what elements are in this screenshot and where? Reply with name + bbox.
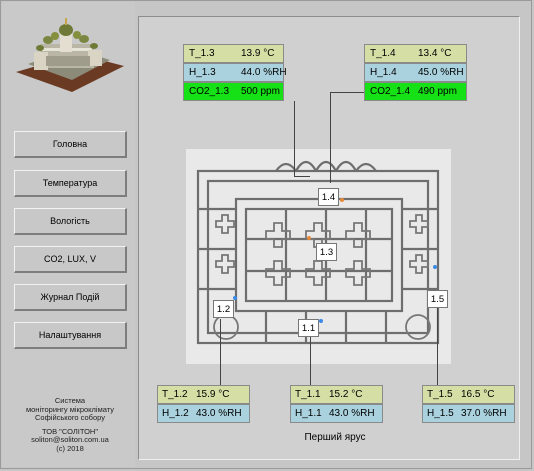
sensor-dot <box>307 236 311 240</box>
temp-1-4-readout: T_1.4 13.4 °C <box>364 44 467 63</box>
marker-1-1[interactable]: 1.1 <box>298 319 319 337</box>
nav-temperature-button[interactable]: Температура <box>14 170 127 197</box>
temp-1-5-readout: T_1.5 16.5 °C <box>422 385 515 404</box>
hum-1-5-readout: H_1.5 37.0 %RH <box>422 404 515 423</box>
nav-settings-button[interactable]: Налаштування <box>14 322 127 349</box>
temp-1-1-label: T_1.1 <box>295 389 321 400</box>
temp-1-1-value: 15.2 °C <box>329 389 363 400</box>
nav-humidity-button[interactable]: Вологість <box>14 208 127 235</box>
co2-1-3-label: CO2_1.3 <box>189 86 230 97</box>
leader-line <box>437 308 438 386</box>
hum-1-3-label: H_1.3 <box>189 67 216 78</box>
info-line: (c) 2018 <box>56 443 84 453</box>
temp-1-5-label: T_1.5 <box>427 389 453 400</box>
info-line: Софійського собору <box>35 413 105 423</box>
temp-1-4-label: T_1.4 <box>370 48 396 59</box>
marker-1-3[interactable]: 1.3 <box>316 243 337 261</box>
hum-1-3-value: 44.0 %RH <box>241 67 287 78</box>
sensor-dot <box>433 265 437 269</box>
hum-1-2-label: H_1.2 <box>162 408 189 419</box>
hum-1-4-label: H_1.4 <box>370 67 397 78</box>
marker-1-4[interactable]: 1.4 <box>318 188 339 206</box>
sensor-dot <box>340 198 344 202</box>
leader-line <box>294 101 295 176</box>
floor-title: Перший ярус <box>304 432 366 443</box>
leader-line <box>294 176 310 177</box>
leader-line <box>330 92 331 183</box>
hum-1-2-readout: H_1.2 43.0 %RH <box>157 404 250 423</box>
marker-1-5[interactable]: 1.5 <box>427 290 448 308</box>
temp-1-2-label: T_1.2 <box>162 389 188 400</box>
co2-1-4-label: CO2_1.4 <box>370 86 411 97</box>
hum-1-1-label: H_1.1 <box>295 408 322 419</box>
marker-1-2[interactable]: 1.2 <box>213 300 234 318</box>
hum-1-2-value: 43.0 %RH <box>196 408 242 419</box>
temp-1-1-readout: T_1.1 15.2 °C <box>290 385 383 404</box>
temp-1-3-readout: T_1.3 13.9 °C <box>183 44 284 63</box>
co2-1-3-value: 500 ppm <box>241 86 280 97</box>
co2-1-3-readout: CO2_1.3 500 ppm <box>183 82 284 101</box>
temp-1-2-readout: T_1.2 15.9 °C <box>157 385 250 404</box>
leader-line <box>330 92 366 93</box>
temp-1-3-label: T_1.3 <box>189 48 215 59</box>
hum-1-4-value: 45.0 %RH <box>418 67 464 78</box>
nav-home-button[interactable]: Головна <box>14 131 127 158</box>
sensor-dot <box>319 319 323 323</box>
nav-co2-lux-v-button[interactable]: CO2, LUX, V <box>14 246 127 273</box>
co2-1-4-readout: CO2_1.4 490 ppm <box>364 82 467 101</box>
temp-1-4-value: 13.4 °C <box>418 48 452 59</box>
nav-event-log-button[interactable]: Журнал Подій <box>14 284 127 311</box>
hum-1-1-readout: H_1.1 43.0 %RH <box>290 404 383 423</box>
temp-1-2-value: 15.9 °C <box>196 389 230 400</box>
temp-1-5-value: 16.5 °C <box>461 389 495 400</box>
temp-1-3-value: 13.9 °C <box>241 48 275 59</box>
hum-1-5-value: 37.0 %RH <box>461 408 507 419</box>
company-info: Система моніторингу мікроклімату Софійсь… <box>13 396 127 459</box>
leader-line <box>220 319 221 386</box>
co2-1-4-value: 490 ppm <box>418 86 457 97</box>
hum-1-5-label: H_1.5 <box>427 408 454 419</box>
leader-line <box>310 337 311 386</box>
hum-1-3-readout: H_1.3 44.0 %RH <box>183 63 287 82</box>
hum-1-1-value: 43.0 %RH <box>329 408 375 419</box>
cathedral-image <box>16 18 124 92</box>
hum-1-4-readout: H_1.4 45.0 %RH <box>364 63 467 82</box>
